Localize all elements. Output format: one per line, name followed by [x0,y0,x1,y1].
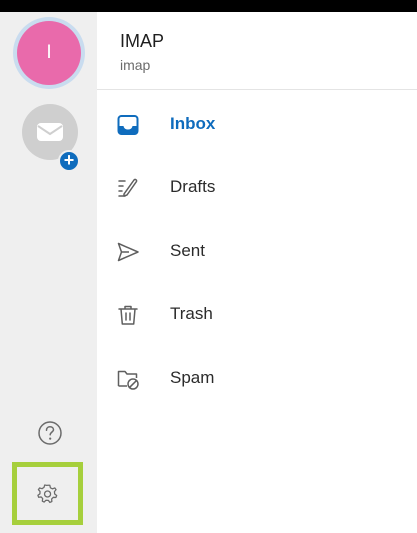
folder-sent[interactable]: Sent [97,220,417,282]
folder-label: Inbox [170,114,216,133]
settings-gear-icon [37,484,58,504]
inbox-icon [117,115,139,135]
top-status-bar [0,0,417,12]
add-account-plus-icon[interactable]: + [58,150,80,172]
mail-icon [37,123,63,141]
account-rail [0,12,97,533]
folder-label: Trash [170,304,213,323]
folder-label: Drafts [170,177,216,196]
folder-inbox[interactable]: Inbox [97,93,417,155]
folder-label: Spam [170,368,215,387]
account-type: imap [120,57,151,73]
help-icon[interactable] [37,420,63,446]
folder-drafts[interactable]: Drafts [97,156,417,218]
spam-icon [117,370,139,390]
folder-label: Sent [170,241,205,260]
folder-spam[interactable]: Spam [97,347,417,409]
account-avatar-initial: I [17,21,81,85]
account-avatar[interactable]: I [13,17,85,89]
header-divider [97,89,417,90]
trash-icon [118,305,138,325]
drafts-icon [118,178,138,197]
folder-trash[interactable]: Trash [97,283,417,345]
settings-button[interactable] [12,462,83,525]
sent-icon [117,242,139,262]
account-name: IMAP [120,31,165,51]
